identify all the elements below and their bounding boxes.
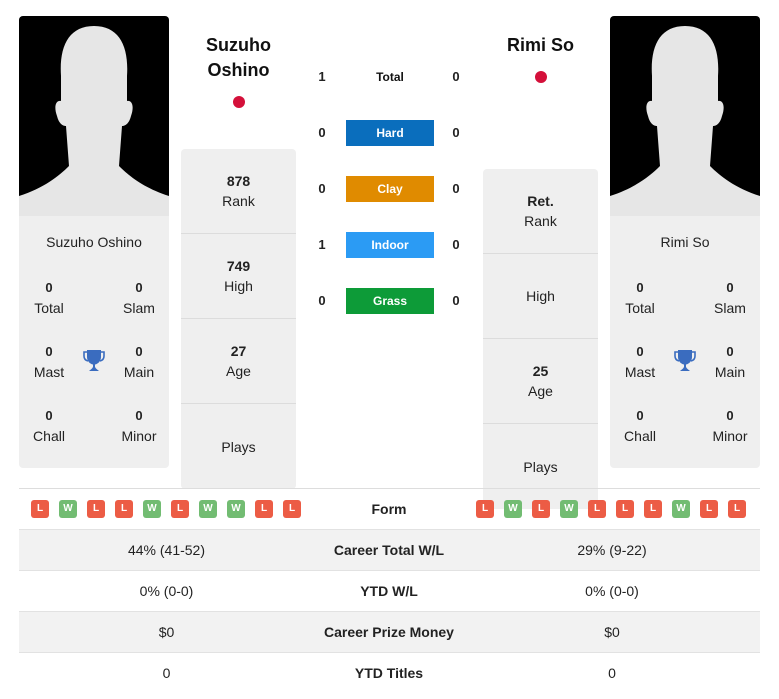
form-loss-badge[interactable]: L	[476, 500, 494, 518]
player1-age: 27 Age	[181, 319, 296, 404]
player2-rank: Ret. Rank	[483, 169, 598, 254]
form-loss-badge[interactable]: L	[255, 500, 273, 518]
player1-value: 0	[162, 665, 171, 681]
player2-titles-chall: 0 Chall	[624, 408, 656, 444]
player1-info: 878 Rank 749 High 27 Age Plays	[181, 149, 296, 489]
player1-flag-icon	[233, 96, 245, 108]
h2h-total-p1: 1	[318, 69, 326, 84]
avatar-silhouette-icon	[19, 26, 169, 216]
h2h-grass-p2: 0	[452, 293, 460, 308]
form-loss-badge[interactable]: L	[532, 500, 550, 518]
player1-titles-minor: 0 Minor	[121, 408, 157, 444]
player1-value: 0% (0-0)	[139, 583, 194, 599]
player1-titles-total: 0 Total	[34, 280, 64, 316]
player1-titles-chall: 0 Chall	[33, 408, 65, 444]
surface-grass-badge[interactable]: Grass	[346, 288, 434, 314]
form-win-badge[interactable]: W	[199, 500, 217, 518]
table-row: 44% (41-52) Career Total W/L 29% (9-22)	[19, 530, 760, 571]
table-row: $0 Career Prize Money $0	[19, 612, 760, 653]
player1-titles-mast: 0 Mast	[33, 344, 65, 380]
form-loss-badge[interactable]: L	[87, 500, 105, 518]
row-label: Career Prize Money	[324, 624, 454, 640]
player2-photo[interactable]	[610, 16, 760, 216]
player1-value: $0	[158, 624, 175, 640]
surface-clay-badge[interactable]: Clay	[346, 176, 434, 202]
form-win-badge[interactable]: W	[672, 500, 690, 518]
player1-titles-main: 0 Main	[123, 344, 155, 380]
form-win-badge[interactable]: W	[227, 500, 245, 518]
h2h-grass-row: 0 Grass 0	[310, 288, 470, 314]
player1-high: 749 High	[181, 234, 296, 319]
player2-titles-mast: 0 Mast	[624, 344, 656, 380]
surface-indoor-badge[interactable]: Indoor	[346, 232, 434, 258]
avatar-silhouette-icon	[610, 26, 760, 216]
trophy-icon	[82, 348, 106, 374]
h2h-hard-row: 0 Hard 0	[310, 120, 470, 146]
h2h-clay-row: 0 Clay 0	[310, 176, 470, 202]
player2-value: $0	[604, 624, 620, 640]
player2-titles-total: 0 Total	[625, 280, 655, 316]
player2-flag-icon	[535, 71, 547, 83]
table-row: 0% (0-0) YTD W/L 0% (0-0)	[19, 571, 760, 612]
h2h-hard-p1: 0	[318, 125, 326, 140]
form-loss-badge[interactable]: L	[644, 500, 662, 518]
player1-form: LWLLWLWWLL	[31, 500, 301, 518]
player2-value: 0% (0-0)	[585, 583, 639, 599]
comparison-table: LWLLWLWWLL Form LWLWLLLWLL 44% (41-52) C…	[19, 488, 760, 694]
player2-value: 29% (9-22)	[577, 542, 647, 558]
row-label: Career Total W/L	[333, 542, 445, 558]
player1-name[interactable]: Suzuho Oshino	[181, 33, 296, 83]
h2h-total-p2: 0	[452, 69, 460, 84]
h2h-total-row: 1 Total 0	[310, 64, 470, 90]
player1-titles-slam: 0 Slam	[123, 280, 155, 316]
form-win-badge[interactable]: W	[504, 500, 522, 518]
player2-age: 25 Age	[483, 339, 598, 424]
row-label: YTD W/L	[360, 583, 418, 599]
player2-titles-main: 0 Main	[714, 344, 746, 380]
h2h-total-label: Total	[376, 70, 404, 84]
form-loss-badge[interactable]: L	[171, 500, 189, 518]
h2h-indoor-row: 1 Indoor 0	[310, 232, 470, 258]
player1-rank: 878 Rank	[181, 149, 296, 234]
form-loss-badge[interactable]: L	[283, 500, 301, 518]
trophy-icon	[673, 348, 697, 374]
h2h-hard-p2: 0	[452, 125, 460, 140]
player1-value: 44% (41-52)	[127, 542, 206, 558]
h2h-clay-p1: 0	[318, 181, 326, 196]
table-row: 0 YTD Titles 0	[19, 653, 760, 694]
form-row: LWLLWLWWLL Form LWLWLLLWLL	[19, 489, 760, 530]
form-label: Form	[371, 501, 407, 517]
player2-card: Rimi So 0 Total 0 Slam 0 Mast 0 Main 0 C…	[610, 16, 760, 468]
player2-value: 0	[608, 665, 616, 681]
form-loss-badge[interactable]: L	[700, 500, 718, 518]
player2-form: LWLWLLLWLL	[476, 500, 746, 518]
row-label: YTD Titles	[354, 665, 424, 681]
player2-titles-minor: 0 Minor	[712, 408, 748, 444]
form-loss-badge[interactable]: L	[616, 500, 634, 518]
player1-plays: Plays	[221, 438, 256, 455]
player2-high: High	[483, 254, 598, 339]
h2h-indoor-p1: 1	[318, 237, 326, 252]
player2-card-name: Rimi So	[660, 234, 710, 250]
h2h-indoor-p2: 0	[452, 237, 460, 252]
h2h-grass-p1: 0	[318, 293, 326, 308]
player2-name[interactable]: Rimi So	[483, 33, 598, 58]
form-win-badge[interactable]: W	[560, 500, 578, 518]
player1-photo[interactable]	[19, 16, 169, 216]
player1-card: Suzuho Oshino 0 Total 0 Slam 0 Mast 0 Ma…	[19, 16, 169, 468]
form-loss-badge[interactable]: L	[728, 500, 746, 518]
surface-hard-badge[interactable]: Hard	[346, 120, 434, 146]
player2-info: Ret. Rank High 25 Age Plays	[483, 169, 598, 509]
form-loss-badge[interactable]: L	[31, 500, 49, 518]
player2-titles-slam: 0 Slam	[714, 280, 746, 316]
player1-card-name: Suzuho Oshino	[46, 234, 142, 250]
form-win-badge[interactable]: W	[143, 500, 161, 518]
form-win-badge[interactable]: W	[59, 500, 77, 518]
h2h-clay-p2: 0	[452, 181, 460, 196]
form-loss-badge[interactable]: L	[115, 500, 133, 518]
form-loss-badge[interactable]: L	[588, 500, 606, 518]
